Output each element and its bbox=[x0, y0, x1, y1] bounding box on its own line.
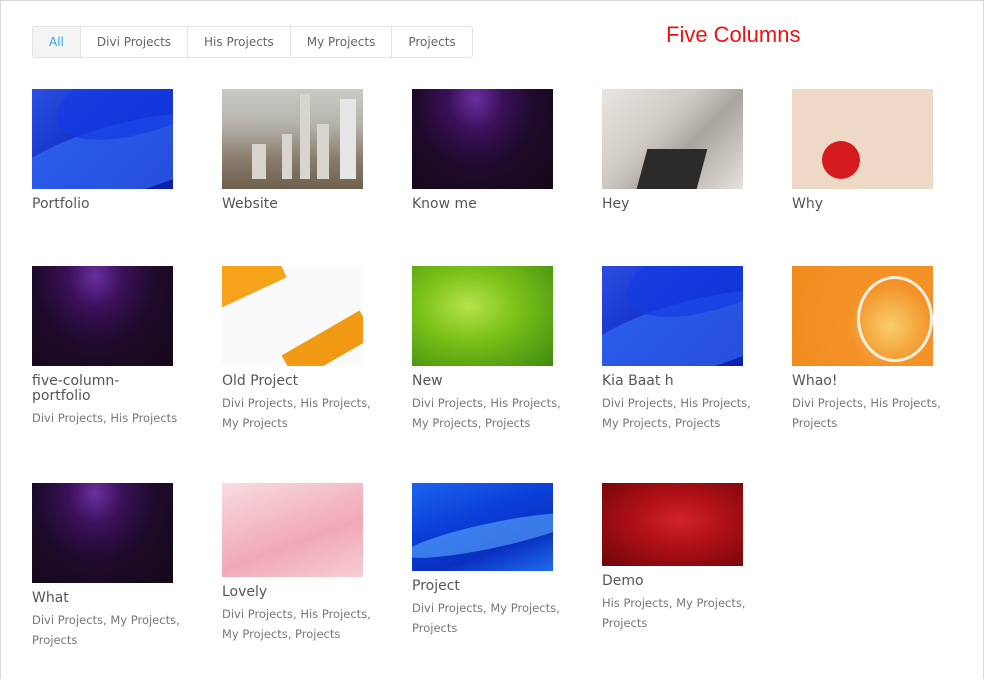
portfolio-filter: All Divi Projects His Projects My Projec… bbox=[32, 26, 473, 58]
portfolio-item: New Divi Projects, His Projects, My Proj… bbox=[412, 266, 572, 433]
portfolio-item: Why bbox=[792, 89, 952, 212]
portfolio-item: Whao! Divi Projects, His Projects, Proje… bbox=[792, 266, 952, 433]
portfolio-item: Lovely Divi Projects, His Projects, My P… bbox=[222, 483, 382, 644]
filter-my-projects[interactable]: My Projects bbox=[289, 27, 392, 57]
project-thumbnail[interactable] bbox=[792, 266, 933, 366]
project-title[interactable]: Website bbox=[222, 197, 382, 212]
project-thumbnail[interactable] bbox=[602, 266, 743, 366]
portfolio-item: What Divi Projects, My Projects, Project… bbox=[32, 483, 192, 650]
project-categories: Divi Projects, His Projects, Projects bbox=[792, 396, 941, 430]
project-categories: Divi Projects, My Projects, Projects bbox=[412, 601, 560, 635]
project-thumbnail[interactable] bbox=[32, 266, 173, 366]
portfolio-item: Know me bbox=[412, 89, 572, 212]
project-categories: Divi Projects, His Projects bbox=[32, 411, 178, 425]
project-thumbnail[interactable] bbox=[32, 89, 173, 189]
project-thumbnail[interactable] bbox=[412, 483, 553, 571]
project-thumbnail[interactable] bbox=[602, 483, 743, 566]
filter-his-projects[interactable]: His Projects bbox=[187, 27, 290, 57]
project-title[interactable]: Lovely bbox=[222, 585, 382, 600]
project-title[interactable]: What bbox=[32, 591, 192, 606]
project-thumbnail[interactable] bbox=[222, 266, 363, 366]
project-thumbnail[interactable] bbox=[222, 483, 363, 577]
project-categories: Divi Projects, His Projects, My Projects… bbox=[222, 607, 371, 641]
project-categories: Divi Projects, His Projects, My Projects… bbox=[602, 396, 751, 430]
project-title[interactable]: Kia Baat h bbox=[602, 374, 762, 389]
project-title[interactable]: Project bbox=[412, 579, 572, 594]
portfolio-item: Project Divi Projects, My Projects, Proj… bbox=[412, 483, 572, 638]
project-title[interactable]: Demo bbox=[602, 574, 762, 589]
project-title[interactable]: Why bbox=[792, 197, 952, 212]
project-categories: Divi Projects, His Projects, My Projects bbox=[222, 396, 371, 430]
project-thumbnail[interactable] bbox=[222, 89, 363, 189]
portfolio-item: five-column-portfolio Divi Projects, His… bbox=[32, 266, 192, 428]
filter-divi-projects[interactable]: Divi Projects bbox=[79, 27, 188, 57]
portfolio-item: Hey bbox=[602, 89, 762, 212]
filter-all[interactable]: All bbox=[33, 27, 80, 57]
project-title[interactable]: Know me bbox=[412, 197, 572, 212]
portfolio-item: Kia Baat h Divi Projects, His Projects, … bbox=[602, 266, 762, 433]
project-title[interactable]: Hey bbox=[602, 197, 762, 212]
project-thumbnail[interactable] bbox=[602, 89, 743, 189]
portfolio-item: Demo His Projects, My Projects, Projects bbox=[602, 483, 762, 633]
portfolio-item: Website bbox=[222, 89, 382, 212]
project-thumbnail[interactable] bbox=[32, 483, 173, 583]
project-title[interactable]: New bbox=[412, 374, 572, 389]
project-title[interactable]: five-column-portfolio bbox=[32, 374, 142, 404]
project-title[interactable]: Whao! bbox=[792, 374, 952, 389]
project-title[interactable]: Old Project bbox=[222, 374, 382, 389]
project-thumbnail[interactable] bbox=[412, 266, 553, 366]
project-categories: Divi Projects, His Projects, My Projects… bbox=[412, 396, 561, 430]
project-title[interactable]: Portfolio bbox=[32, 197, 192, 212]
portfolio-item: Portfolio bbox=[32, 89, 192, 212]
page-heading: Five Columns bbox=[666, 22, 801, 47]
project-categories: His Projects, My Projects, Projects bbox=[602, 596, 746, 630]
project-categories: Divi Projects, My Projects, Projects bbox=[32, 613, 180, 647]
portfolio-item: Old Project Divi Projects, His Projects,… bbox=[222, 266, 382, 433]
project-thumbnail[interactable] bbox=[792, 89, 933, 189]
filter-projects[interactable]: Projects bbox=[391, 27, 472, 57]
project-thumbnail[interactable] bbox=[412, 89, 553, 189]
